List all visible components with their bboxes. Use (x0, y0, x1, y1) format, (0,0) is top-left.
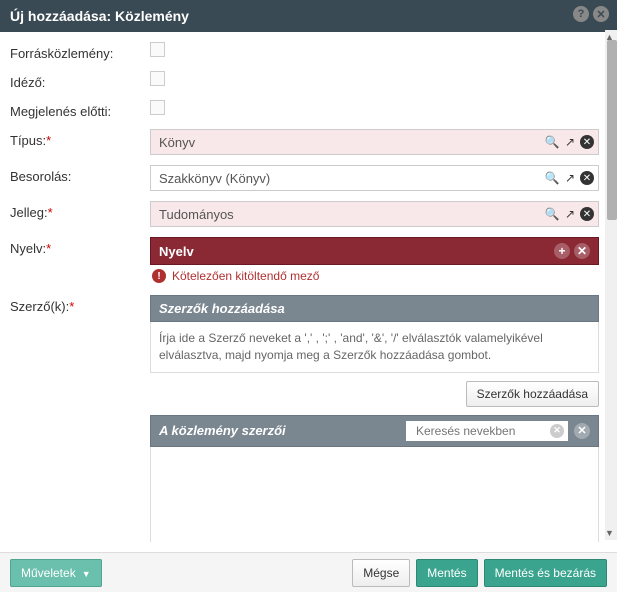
checkbox-megjelenes[interactable] (150, 100, 165, 115)
scroll-down-icon[interactable]: ▼ (605, 528, 615, 538)
szerzok-helper-text: Írja ide a Szerző neveket a ',' , ';' , … (150, 322, 599, 373)
label-nyelv: Nyelv:* (10, 237, 150, 256)
picker-tipus[interactable]: Könyv 🔍 ↗ ✕ (150, 129, 599, 155)
label-tipus: Típus:* (10, 129, 150, 148)
label-besorolas: Besorolás: (10, 165, 150, 184)
label-szerzok: Szerző(k):* (10, 295, 150, 314)
picker-besorolas[interactable]: Szakkönyv (Könyv) 🔍 ↗ ✕ (150, 165, 599, 191)
section-kozlemeny-szerzoi: A közlemény szerzői ✕ ✕ (150, 415, 599, 447)
scrollbar-thumb[interactable] (607, 40, 617, 220)
clear-icon[interactable]: ✕ (580, 207, 594, 221)
section-szerzok-hozzaadasa: Szerzők hozzáadása (150, 295, 599, 322)
nyelv-bar: Nyelv + ✕ (150, 237, 599, 265)
error-icon: ! (152, 269, 166, 283)
error-message: ! Kötelezően kitöltendő mező (150, 265, 599, 283)
save-button[interactable]: Mentés (416, 559, 477, 587)
clear-icon[interactable]: ✕ (580, 171, 594, 185)
label-jelleg: Jelleg:* (10, 201, 150, 220)
cancel-button[interactable]: Mégse (352, 559, 410, 587)
dialog-footer: Műveletek▼ Mégse Mentés Mentés és bezárá… (0, 552, 617, 592)
popout-icon[interactable]: ↗ (562, 170, 578, 186)
section-close-icon[interactable]: ✕ (574, 423, 590, 439)
author-search-input[interactable] (410, 421, 550, 441)
label-forraskozlemeny: Forrásközlemény: (10, 42, 150, 61)
clear-icon[interactable]: ✕ (580, 135, 594, 149)
label-idezo: Idéző: (10, 71, 150, 90)
add-icon[interactable]: + (554, 243, 570, 259)
remove-icon[interactable]: ✕ (574, 243, 590, 259)
operations-button[interactable]: Műveletek▼ (10, 559, 102, 587)
chevron-down-icon: ▼ (82, 569, 91, 579)
dialog-header: Új hozzáadása: Közlemény ? ✕ (0, 0, 617, 32)
popout-icon[interactable]: ↗ (562, 206, 578, 222)
search-icon[interactable]: 🔍 (544, 134, 560, 150)
checkbox-idezo[interactable] (150, 71, 165, 86)
label-megjelenes: Megjelenés előtti: (10, 100, 150, 119)
popout-icon[interactable]: ↗ (562, 134, 578, 150)
picker-jelleg[interactable]: Tudományos 🔍 ↗ ✕ (150, 201, 599, 227)
search-icon[interactable]: 🔍 (544, 170, 560, 186)
dialog-title: Új hozzáadása: Közlemény (10, 8, 189, 24)
checkbox-forraskozlemeny[interactable] (150, 42, 165, 57)
clear-search-icon[interactable]: ✕ (550, 424, 564, 438)
authors-list (150, 447, 599, 542)
dialog-content: Forrásközlemény: Idéző: Megjelenés előtt… (0, 32, 617, 542)
help-icon[interactable]: ? (573, 6, 589, 22)
close-icon[interactable]: ✕ (593, 6, 609, 22)
add-authors-button[interactable]: Szerzők hozzáadása (466, 381, 599, 407)
search-icon[interactable]: 🔍 (544, 206, 560, 222)
save-close-button[interactable]: Mentés és bezárás (484, 559, 607, 587)
